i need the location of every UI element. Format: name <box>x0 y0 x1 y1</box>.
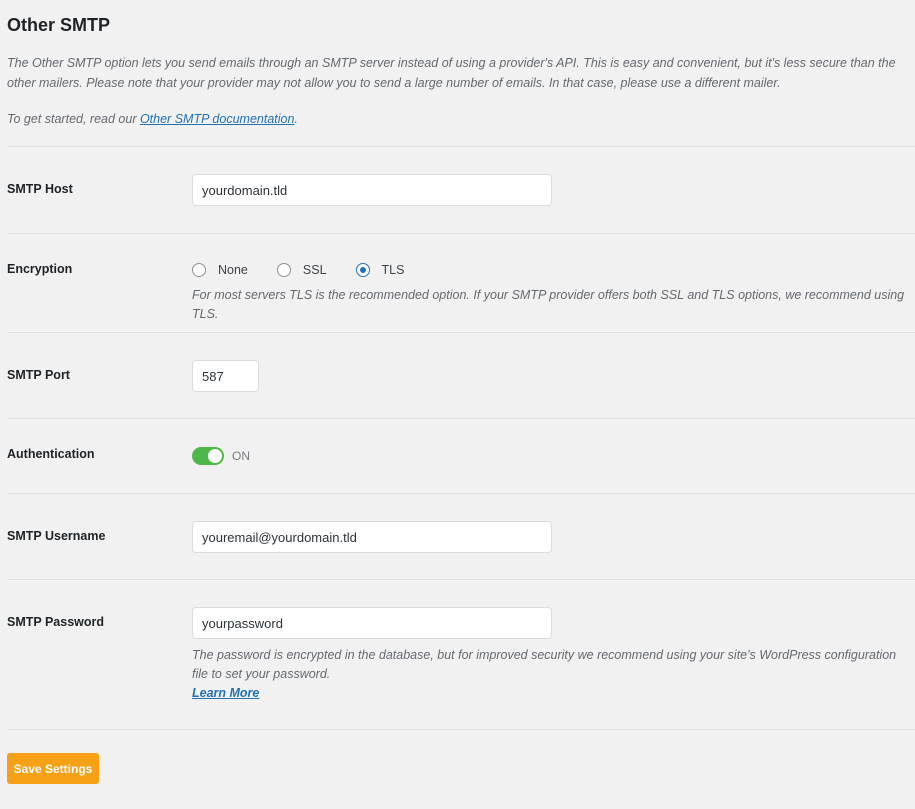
learn-more-link[interactable]: Learn More <box>192 686 259 700</box>
encryption-radio-group: None SSL TLS <box>192 262 433 278</box>
radio-tls-label: TLS <box>381 263 405 277</box>
documentation-link[interactable]: Other SMTP documentation <box>140 112 294 126</box>
authentication-state-label: ON <box>232 449 250 463</box>
divider <box>7 418 915 419</box>
divider <box>7 332 915 333</box>
divider <box>7 579 915 580</box>
encryption-option-none[interactable]: None <box>192 263 248 277</box>
divider <box>7 729 915 730</box>
get-started-text: To get started, read our Other SMTP docu… <box>7 109 298 129</box>
get-started-prefix: To get started, read our <box>7 112 140 126</box>
radio-none-label: None <box>218 263 248 277</box>
radio-ssl-label: SSL <box>302 263 327 277</box>
smtp-username-input[interactable] <box>192 521 552 553</box>
encryption-help-text: For most servers TLS is the recommended … <box>192 288 905 321</box>
encryption-option-tls[interactable]: TLS <box>355 263 405 277</box>
radio-none[interactable] <box>192 263 206 277</box>
encryption-label: Encryption <box>7 262 73 276</box>
smtp-host-input[interactable] <box>192 174 552 206</box>
authentication-label: Authentication <box>7 447 95 461</box>
password-help-body: The password is encrypted in the databas… <box>192 648 897 681</box>
radio-tls[interactable] <box>355 263 370 277</box>
divider <box>7 146 915 147</box>
encryption-option-ssl[interactable]: SSL <box>276 263 327 277</box>
smtp-host-label: SMTP Host <box>7 182 73 196</box>
section-title: Other SMTP <box>7 15 111 35</box>
authentication-toggle[interactable] <box>192 447 224 465</box>
smtp-settings-page: Other SMTP The Other SMTP option lets yo… <box>0 0 915 809</box>
smtp-username-label: SMTP Username <box>7 529 106 543</box>
smtp-port-label: SMTP Port <box>7 368 70 382</box>
smtp-password-input[interactable] <box>192 607 552 639</box>
divider <box>7 493 915 494</box>
toggle-knob <box>208 449 222 463</box>
get-started-suffix: . <box>294 112 298 126</box>
smtp-password-label: SMTP Password <box>7 615 105 629</box>
divider <box>7 233 915 234</box>
section-description: The Other SMTP option lets you send emai… <box>7 56 896 90</box>
smtp-port-input[interactable] <box>192 360 259 392</box>
save-settings-button[interactable]: Save Settings <box>7 753 99 784</box>
radio-ssl[interactable] <box>276 263 291 277</box>
password-help-text: The password is encrypted in the databas… <box>192 646 912 703</box>
